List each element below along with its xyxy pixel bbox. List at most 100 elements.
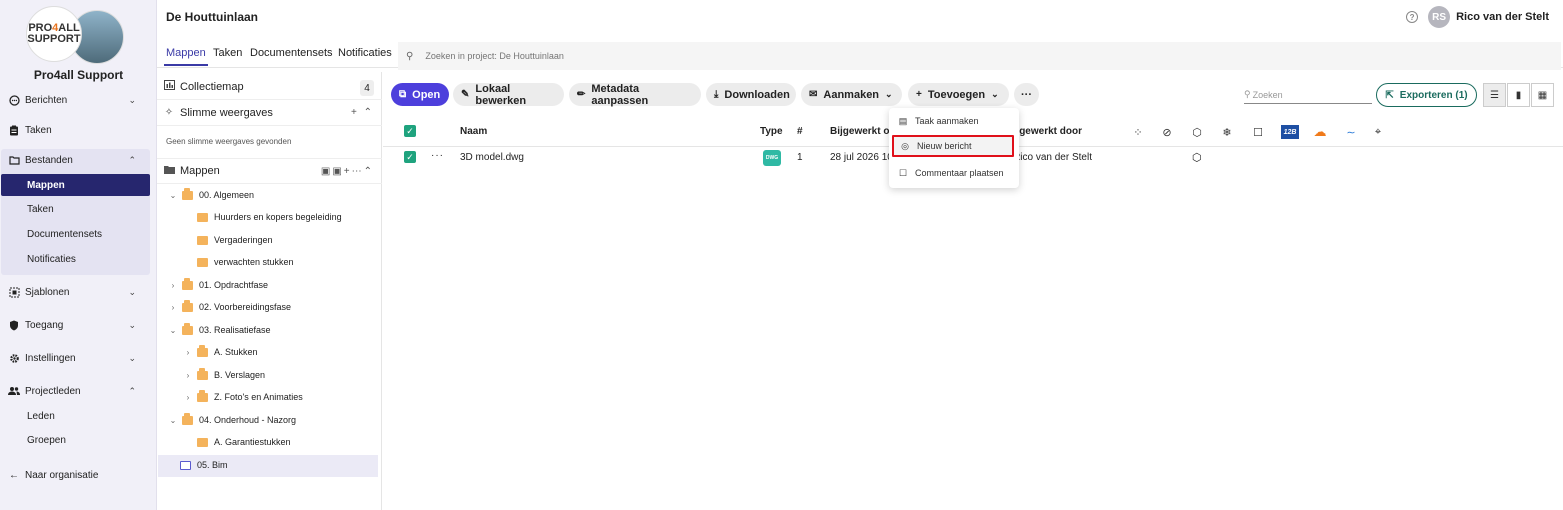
tree-item[interactable]: 05. Bim xyxy=(180,455,228,475)
chevron-down-icon: ⌄ xyxy=(169,415,177,425)
nav-sub-taken[interactable]: Taken xyxy=(1,198,150,220)
folder-icon xyxy=(197,212,208,222)
tree-item[interactable]: › B. Verslagen xyxy=(183,365,265,385)
nav-sub-leden[interactable]: Leden xyxy=(1,405,150,427)
sidebar: PRO4ALL SUPPORT Pro4all Support Berichte… xyxy=(0,0,157,510)
clipboard-icon xyxy=(8,124,20,136)
chevron-right-icon: › xyxy=(171,302,175,312)
list-view-icon[interactable]: ☰ xyxy=(1483,83,1506,107)
tab-documentensets[interactable]: Documentensets xyxy=(250,47,333,59)
add-button[interactable]: + Toevoegen ⌄ xyxy=(908,83,1009,106)
shield-icon xyxy=(8,319,20,331)
avatar: RS xyxy=(1428,6,1451,28)
org-logo[interactable]: PRO4ALL SUPPORT xyxy=(26,6,126,64)
column-type[interactable]: Type xyxy=(760,126,783,137)
chevron-down-icon: ⌄ xyxy=(128,319,136,330)
active-tab-indicator xyxy=(164,64,208,66)
tree-item[interactable]: ⌄ 03. Realisatiefase xyxy=(168,320,271,340)
tab-mappen[interactable]: Mappen xyxy=(166,47,206,59)
nav-sub-mappen[interactable]: Mappen xyxy=(1,174,150,196)
snowflake-icon[interactable]: ❄ xyxy=(1220,125,1234,139)
column-updated-by[interactable]: Bijgewerkt door xyxy=(1012,126,1082,137)
user-name: Rico van der Stelt xyxy=(1456,11,1549,23)
tree-item[interactable]: › A. Stukken xyxy=(183,342,258,362)
select-all-checkbox[interactable]: ✓ xyxy=(404,125,416,137)
chevron-down-icon: ⌄ xyxy=(991,89,999,99)
nav-berichten[interactable]: Berichten ⌄ xyxy=(0,89,156,111)
collection-folder[interactable]: Collectiemap 4 xyxy=(157,74,382,100)
arrow-left-icon: ← xyxy=(9,469,19,481)
nav-bestanden[interactable]: Bestanden ⌃ xyxy=(0,149,156,171)
metadata-button[interactable]: ✏ Metadata aanpassen xyxy=(569,83,701,107)
nav-sub-groepen[interactable]: Groepen xyxy=(1,429,150,451)
tree-item[interactable]: › 01. Opdrachtfase xyxy=(168,275,268,295)
12build-icon[interactable]: 12B xyxy=(1281,125,1299,139)
row-checkbox[interactable]: ✓ xyxy=(404,151,416,163)
search-icon: ⚲ xyxy=(406,50,414,62)
more-button[interactable]: ··· xyxy=(1014,83,1039,106)
dwg-file-icon: DWG xyxy=(763,150,781,166)
mail-icon: ✉ xyxy=(809,89,818,100)
tree-item[interactable]: ⌄ 00. Algemeen xyxy=(168,185,254,205)
folder-icon xyxy=(197,257,208,267)
local-edit-button[interactable]: ✎ Lokaal bewerken xyxy=(453,83,564,107)
chevron-right-icon: › xyxy=(171,280,175,290)
nav-instellingen[interactable]: Instellingen ⌄ xyxy=(0,347,156,369)
grid-view-icon[interactable]: ▦ xyxy=(1531,83,1554,107)
column-number[interactable]: # xyxy=(797,126,803,137)
tag-icon[interactable]: ⌖ xyxy=(1371,125,1385,139)
nav-sub-documentensets[interactable]: Documentensets xyxy=(1,223,150,245)
tree-item[interactable]: A. Garantiestukken xyxy=(197,432,291,452)
export-button[interactable]: ⇱ Exporteren (1) xyxy=(1376,83,1477,107)
tree-item[interactable]: verwachten stukken xyxy=(197,252,294,272)
smart-views[interactable]: ✧ Slimme weergaves + ⌃ xyxy=(157,100,382,126)
qr-icon[interactable]: ⁘ xyxy=(1131,125,1145,139)
tree-item[interactable]: › Z. Foto's en Animaties xyxy=(183,387,303,407)
collection-count: 4 xyxy=(360,80,374,96)
download-button[interactable]: ⤓ Downloaden xyxy=(706,83,796,106)
cube-icon[interactable]: ⬡ xyxy=(1190,125,1204,139)
nav-projectleden[interactable]: Projectleden ⌃ xyxy=(0,380,156,402)
open-button[interactable]: ⧉ Open xyxy=(391,83,449,106)
tree-item[interactable]: Huurders en kopers begeleiding xyxy=(197,207,342,227)
menu-item-add-comment[interactable]: ☐ Commentaar plaatsen xyxy=(889,162,1019,184)
cloud-icon[interactable]: ☁ xyxy=(1313,124,1327,139)
project-search[interactable]: ⚲ xyxy=(398,42,1561,70)
menu-item-new-message[interactable]: ◎ Nieuw bericht xyxy=(892,135,1014,157)
chevron-right-icon: › xyxy=(186,347,190,357)
tree-item[interactable]: › 02. Voorbereidingsfase xyxy=(168,297,291,317)
column-updated-on[interactable]: Bijgewerkt op xyxy=(830,126,896,137)
nav-sjablonen[interactable]: Sjablonen ⌄ xyxy=(0,281,156,303)
nav-naar-organisatie[interactable]: ← Naar organisatie xyxy=(0,464,156,486)
help-icon[interactable]: ? xyxy=(1406,11,1419,23)
tab-taken[interactable]: Taken xyxy=(213,47,242,59)
folder-outline-icon xyxy=(180,460,191,470)
smart-views-actions[interactable]: + ⌃ xyxy=(351,107,374,118)
user-menu[interactable]: ? RS Rico van der Stelt xyxy=(1406,6,1549,28)
chevron-down-icon: ⌄ xyxy=(885,89,893,99)
nav-sub-notificaties[interactable]: Notificaties xyxy=(1,248,150,270)
tab-notificaties[interactable]: Notificaties xyxy=(338,47,392,59)
folders-header[interactable]: Mappen ▣▣+⋯⌃ xyxy=(157,158,382,184)
create-button[interactable]: ✉ Aanmaken ⌄ xyxy=(801,83,902,106)
nav-toegang[interactable]: Toegang ⌄ xyxy=(0,314,156,336)
check-circle-icon[interactable]: ⊘ xyxy=(1160,125,1174,139)
chevron-up-icon: ⌃ xyxy=(128,154,136,165)
folders-actions[interactable]: ▣▣+⋯⌃ xyxy=(321,166,374,177)
chevron-right-icon: › xyxy=(186,392,190,402)
nav-taken[interactable]: Taken xyxy=(0,119,156,141)
comment-icon: ☐ xyxy=(898,167,908,178)
project-search-input[interactable] xyxy=(425,51,826,61)
folder-stack-icon xyxy=(197,344,208,357)
column-name[interactable]: Naam xyxy=(460,126,487,137)
grid-search[interactable]: ⚲ Zoeken xyxy=(1244,86,1372,104)
tree-item[interactable]: ⌄ 04. Onderhoud - Nazorg xyxy=(168,410,296,430)
row-actions-icon[interactable]: ··· xyxy=(431,150,444,161)
tree-item[interactable]: Vergaderingen xyxy=(197,230,273,250)
chart-view-icon[interactable]: ▮ xyxy=(1507,83,1530,107)
menu-item-create-task[interactable]: ▤ Taak aanmaken xyxy=(889,110,1019,132)
file-name[interactable]: 3D model.dwg xyxy=(460,152,524,163)
folder-icon xyxy=(197,235,208,245)
comment-icon[interactable]: ☐ xyxy=(1251,125,1265,139)
wave-icon[interactable]: ∼ xyxy=(1344,125,1358,139)
